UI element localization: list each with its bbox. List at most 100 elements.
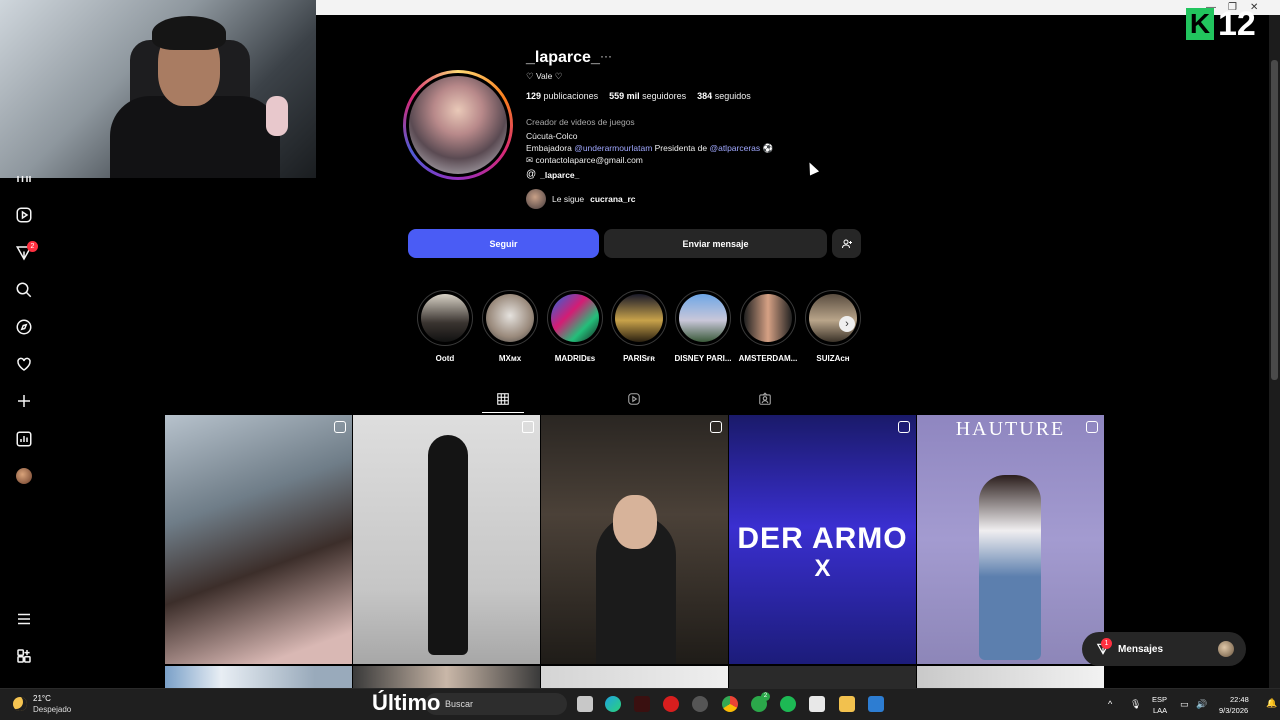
app-icon-2[interactable] — [663, 696, 679, 712]
post-4[interactable]: DER ARMO X — [729, 415, 916, 664]
profile-avatar[interactable] — [403, 70, 513, 180]
post-7[interactable] — [353, 666, 540, 688]
brand-number: 12 — [1218, 5, 1256, 43]
xbox-badge: 2 — [761, 692, 770, 701]
create-plus-icon[interactable] — [14, 391, 34, 411]
weather-moon-icon — [13, 697, 27, 711]
post-overlay-text-x: X — [814, 555, 831, 582]
app-icon-1[interactable] — [634, 696, 650, 712]
explore-icon[interactable] — [14, 317, 34, 337]
profile-category: Creador de videos de juegos — [526, 117, 635, 127]
taskbar-search[interactable]: Buscar — [425, 693, 567, 715]
reels-icon[interactable] — [14, 205, 34, 225]
profile-avatar-nav[interactable] — [16, 468, 32, 484]
clock-date[interactable]: 9/3/2026 — [1219, 706, 1248, 715]
bio-link-underarmour[interactable]: @underarmourlatam — [574, 143, 652, 153]
menu-icon[interactable] — [14, 609, 34, 629]
post-6[interactable] — [165, 666, 352, 688]
scrollbar-thumb[interactable] — [1271, 60, 1278, 380]
carousel-icon — [522, 421, 534, 433]
followed-by[interactable]: Le sigue cucrana_rc — [526, 189, 636, 209]
tagged-icon — [759, 392, 771, 405]
active-tab-indicator — [482, 412, 524, 413]
weather-temperature[interactable]: 21°C — [33, 694, 51, 703]
highlight-ring — [611, 290, 667, 346]
obs-icon[interactable] — [692, 696, 708, 712]
tab-tagged[interactable] — [758, 392, 772, 406]
person-shirt — [110, 96, 280, 178]
language-top[interactable]: ESP — [1152, 695, 1167, 704]
bio-email: contactolaparce@gmail.com — [535, 155, 643, 165]
app-icon-3[interactable] — [868, 696, 884, 712]
tray-chevron-icon[interactable]: ^ — [1108, 699, 1112, 709]
file-explorer-icon[interactable] — [839, 696, 855, 712]
follow-button[interactable]: Seguir — [408, 229, 599, 258]
post-1[interactable] — [165, 415, 352, 664]
send-message-button[interactable]: Enviar mensaje — [604, 229, 827, 258]
more-options-icon[interactable]: ··· — [600, 49, 612, 63]
highlight-paris[interactable]: PARISғʀ — [609, 290, 669, 363]
edge-icon[interactable] — [605, 696, 621, 712]
post-2[interactable] — [353, 415, 540, 664]
following-count: 384 — [697, 91, 713, 101]
post-10[interactable] — [917, 666, 1104, 688]
highlight-madrid[interactable]: MADRIDᴇs — [545, 290, 605, 363]
highlight-image — [679, 294, 727, 342]
reels-tab-icon — [628, 393, 640, 405]
volume-icon[interactable]: 🔊 — [1196, 699, 1207, 710]
add-person-icon — [841, 239, 852, 248]
profile-nickname: ♡ Vale ♡ — [526, 71, 563, 81]
apps-icon[interactable] — [14, 646, 34, 666]
highlight-label: MADRIDᴇs — [554, 354, 596, 363]
highlight-image — [744, 294, 792, 342]
tab-posts[interactable] — [496, 392, 510, 406]
following-label: seguidos — [714, 91, 751, 101]
microphone-tray-icon[interactable]: 🎙 — [1130, 699, 1141, 710]
person-hair — [152, 16, 226, 50]
follower-avatar — [526, 189, 546, 209]
post-3[interactable] — [541, 415, 728, 664]
highlight-ootd[interactable]: Ootd — [415, 290, 475, 363]
spotify-icon[interactable] — [780, 696, 796, 712]
threads-link[interactable]: @ _laparce_ — [526, 169, 579, 180]
message-contact-avatar — [1218, 641, 1234, 657]
dashboard-icon[interactable] — [14, 429, 34, 449]
highlights-next-button[interactable]: › — [839, 316, 855, 332]
highlight-disney[interactable]: DISNEY PARI... — [673, 290, 733, 363]
highlight-mx[interactable]: MXᴍx — [480, 290, 540, 363]
language-bottom[interactable]: LAA — [1153, 706, 1167, 715]
highlight-label: DISNEY PARI... — [674, 354, 732, 363]
posts-count: 129 — [526, 91, 542, 101]
post-9[interactable] — [729, 666, 916, 688]
post-5[interactable]: HAUTURE — [917, 415, 1104, 664]
reel-icon — [710, 421, 722, 433]
search-icon[interactable] — [14, 280, 34, 300]
capcut-icon[interactable] — [809, 696, 825, 712]
highlight-label: PARISғʀ — [623, 354, 655, 363]
highlight-image — [615, 294, 663, 342]
post-5-figure — [979, 475, 1041, 660]
highlight-amsterdam[interactable]: AMSTERDAM... — [738, 290, 798, 363]
bio-location: Cúcuta-Colco — [526, 131, 578, 141]
stream-brand-logo: K 12 — [1186, 6, 1256, 42]
grid-icon — [497, 393, 509, 405]
task-view-icon[interactable] — [577, 696, 593, 712]
notifications-tray-icon[interactable]: 🔔 — [1266, 698, 1277, 709]
network-icon[interactable]: ▭ — [1180, 699, 1189, 710]
chrome-icon[interactable] — [722, 696, 738, 712]
bio-link-atlparceras[interactable]: @atlparceras — [709, 143, 760, 153]
home-icon[interactable] — [14, 172, 34, 192]
followers-stat[interactable]: 559 mil seguidores — [609, 91, 686, 101]
highlight-image — [421, 294, 469, 342]
webcam-overlay — [0, 0, 316, 178]
following-stat[interactable]: 384 seguidos — [697, 91, 751, 101]
post-8[interactable] — [541, 666, 728, 688]
messages-label: Mensajes — [1118, 643, 1164, 655]
heart-icon[interactable] — [14, 354, 34, 374]
clock-time[interactable]: 22:48 — [1230, 695, 1249, 704]
threads-icon: @ — [526, 169, 537, 180]
weather-description[interactable]: Despejado — [33, 705, 71, 714]
brand-letter: K — [1186, 8, 1214, 40]
suggested-users-button[interactable] — [832, 229, 861, 258]
tab-reels[interactable] — [627, 392, 641, 406]
